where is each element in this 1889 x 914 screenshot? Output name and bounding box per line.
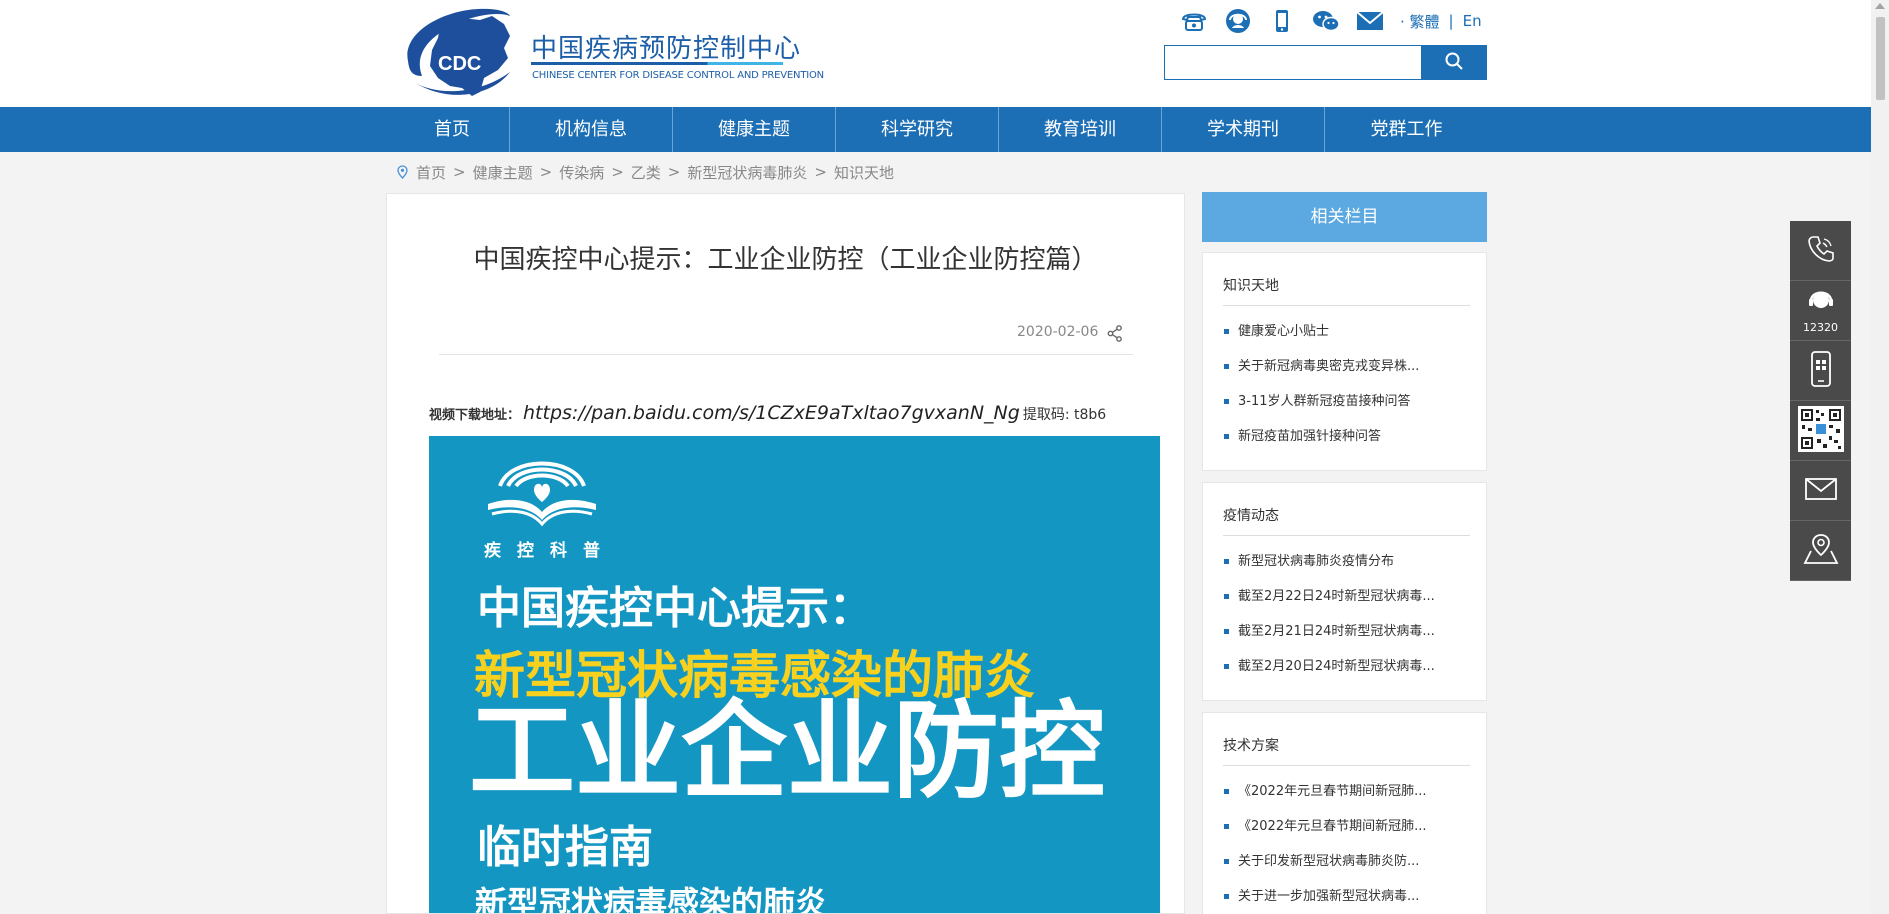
- lang-separator: |: [1448, 12, 1454, 30]
- breadcrumb-covid[interactable]: 新型冠状病毒肺炎: [687, 162, 807, 183]
- nav-item-research[interactable]: 科学研究: [836, 107, 999, 152]
- share-icon[interactable]: [1106, 324, 1126, 344]
- sidebar-link[interactable]: 截至2月22日24时新型冠状病毒...: [1223, 579, 1470, 614]
- top-icon-bar: · 繁體 | En: [1178, 8, 1482, 34]
- location-icon: [397, 165, 408, 179]
- language-switcher: · 繁體 | En: [1400, 11, 1482, 32]
- map-icon: [1803, 533, 1839, 569]
- title-divider: [439, 354, 1133, 355]
- breadcrumb-infectious[interactable]: 传染病: [559, 162, 604, 183]
- sidebar: 相关栏目 知识天地 健康爱心小贴士 关于新冠病毒奥密克戎变异株... 3-11岁…: [1202, 192, 1487, 914]
- breadcrumb-separator: >: [611, 163, 624, 181]
- sidebar-header: 相关栏目: [1202, 192, 1487, 242]
- phone-icon[interactable]: [1178, 8, 1210, 34]
- nav-item-health-topics[interactable]: 健康主题: [673, 107, 836, 152]
- breadcrumb-home[interactable]: 首页: [416, 162, 446, 183]
- breadcrumb-health-topics[interactable]: 健康主题: [473, 162, 533, 183]
- mobile-icon[interactable]: [1266, 8, 1298, 34]
- search-button[interactable]: [1421, 46, 1486, 79]
- site-name-cn[interactable]: 中国疾病预防控制中心: [531, 28, 801, 65]
- article-poster-image: 疾控科普 中国疾控中心提示： 新型冠状病毒感染的肺炎 工业企业防控 临时指南 新…: [429, 436, 1160, 914]
- video-download-link[interactable]: https://pan.baidu.com/s/1CZxE9aTxltao7gv…: [523, 402, 1020, 424]
- sidebar-link[interactable]: 《2022年元旦春节期间新冠肺...: [1223, 774, 1470, 809]
- sidebar-link[interactable]: 新型冠状病毒肺炎疫情分布: [1223, 544, 1470, 579]
- search-icon: [1445, 52, 1463, 74]
- main-nav: 首页 机构信息 健康主题 科学研究 教育培训 学术期刊 党群工作: [0, 107, 1871, 152]
- logo-text: CDC: [438, 53, 481, 75]
- floating-toolbar: 12320: [1790, 221, 1851, 581]
- article-title: 中国疾控中心提示：工业企业防控（工业企业防控篇）: [473, 245, 1098, 275]
- nav-item-journals[interactable]: 学术期刊: [1162, 107, 1325, 152]
- logo-divider: [531, 62, 783, 65]
- sidebar-section-epidemic: 疫情动态 新型冠状病毒肺炎疫情分布 截至2月22日24时新型冠状病毒... 截至…: [1202, 482, 1487, 701]
- sidebar-section-title[interactable]: 技术方案: [1223, 735, 1470, 766]
- sidebar-link[interactable]: 3-11岁人群新冠疫苗接种问答: [1223, 384, 1470, 419]
- breadcrumb-class-b[interactable]: 乙类: [631, 162, 661, 183]
- cdc-logo[interactable]: CDC: [400, 6, 516, 100]
- scrollbar-thumb[interactable]: [1876, 17, 1885, 100]
- sidebar-link[interactable]: 新冠疫苗加强针接种问答: [1223, 419, 1470, 454]
- breadcrumb-knowledge[interactable]: 知识天地: [834, 162, 894, 183]
- video-download-label: 视频下载地址：: [429, 408, 521, 423]
- mail-icon: [1804, 477, 1837, 504]
- site-header: CDC 中国疾病预防控制中心 CHINESE CENTER FOR DISEAS…: [0, 0, 1871, 107]
- float-mail-button[interactable]: [1790, 461, 1851, 521]
- article-date: 2020-02-06: [1017, 324, 1099, 340]
- float-hotline-button[interactable]: 12320: [1790, 281, 1851, 341]
- sidebar-section-knowledge: 知识天地 健康爱心小贴士 关于新冠病毒奥密克戎变异株... 3-11岁人群新冠疫…: [1202, 252, 1487, 471]
- page-scrollbar[interactable]: [1871, 0, 1889, 914]
- site-name-en: CHINESE CENTER FOR DISEASE CONTROL AND P…: [532, 70, 824, 81]
- float-phone-button[interactable]: [1790, 221, 1851, 281]
- poster-line-1: 中国疾控中心提示：: [477, 583, 873, 634]
- sidebar-section-title[interactable]: 疫情动态: [1223, 505, 1470, 536]
- breadcrumb: 首页 > 健康主题 > 传染病 > 乙类 > 新型冠状病毒肺炎 > 知识天地: [397, 162, 894, 182]
- poster-line-3: 工业企业防控: [469, 690, 1105, 813]
- float-mobile-button[interactable]: [1790, 341, 1851, 401]
- hotline-icon: [1806, 287, 1836, 319]
- sidebar-link[interactable]: 截至2月20日24时新型冠状病毒...: [1223, 649, 1470, 684]
- wechat-icon[interactable]: [1310, 8, 1342, 34]
- sidebar-link[interactable]: 关于新冠病毒奥密克戎变异株...: [1223, 349, 1470, 384]
- nav-item-institution[interactable]: 机构信息: [510, 107, 673, 152]
- extract-code: 提取码: t8b6: [1022, 407, 1107, 423]
- poster-line-4: 临时指南: [477, 822, 653, 873]
- lang-traditional-link[interactable]: · 繁體: [1400, 11, 1440, 32]
- qrcode-icon: [1797, 405, 1844, 456]
- float-map-button[interactable]: [1790, 521, 1851, 581]
- lang-english-link[interactable]: En: [1463, 12, 1482, 30]
- video-download-line: 视频下载地址： https://pan.baidu.com/s/1CZxE9aT…: [429, 402, 1106, 424]
- breadcrumb-separator: >: [453, 163, 466, 181]
- hotline-icon[interactable]: [1222, 8, 1254, 34]
- scroll-up-arrow-icon[interactable]: [1875, 3, 1885, 9]
- float-qrcode-button[interactable]: [1790, 401, 1851, 461]
- phone-icon: [1805, 233, 1837, 269]
- poster-line-5: 新型冠状病毒感染的肺炎: [475, 884, 828, 914]
- breadcrumb-separator: >: [667, 163, 681, 181]
- sidebar-link[interactable]: 截至2月21日24时新型冠状病毒...: [1223, 614, 1470, 649]
- sidebar-link[interactable]: 关于印发新型冠状病毒肺炎防...: [1223, 844, 1470, 879]
- search-input[interactable]: [1165, 46, 1421, 79]
- breadcrumb-separator: >: [539, 163, 553, 181]
- mobile-icon: [1810, 350, 1832, 391]
- search-box: [1164, 45, 1487, 80]
- poster-logo-text: 疾控科普: [484, 541, 616, 561]
- nav-item-party-work[interactable]: 党群工作: [1325, 107, 1488, 152]
- breadcrumb-separator: >: [814, 163, 827, 181]
- mail-icon[interactable]: [1354, 8, 1386, 34]
- sidebar-link[interactable]: 《2022年元旦春节期间新冠肺...: [1223, 809, 1470, 844]
- sidebar-link[interactable]: 健康爱心小贴士: [1223, 314, 1470, 349]
- sidebar-section-technical: 技术方案 《2022年元旦春节期间新冠肺... 《2022年元旦春节期间新冠肺.…: [1202, 712, 1487, 914]
- nav-item-education[interactable]: 教育培训: [999, 107, 1162, 152]
- book-heart-icon: [482, 448, 602, 528]
- article-panel: 中国疾控中心提示：工业企业防控（工业企业防控篇） 2020-02-06 视频下载…: [386, 193, 1185, 914]
- nav-item-home[interactable]: 首页: [395, 107, 510, 152]
- sidebar-link[interactable]: 关于进一步加强新型冠状病毒...: [1223, 879, 1470, 914]
- sidebar-section-title[interactable]: 知识天地: [1223, 275, 1470, 306]
- hotline-number: 12320: [1803, 321, 1838, 334]
